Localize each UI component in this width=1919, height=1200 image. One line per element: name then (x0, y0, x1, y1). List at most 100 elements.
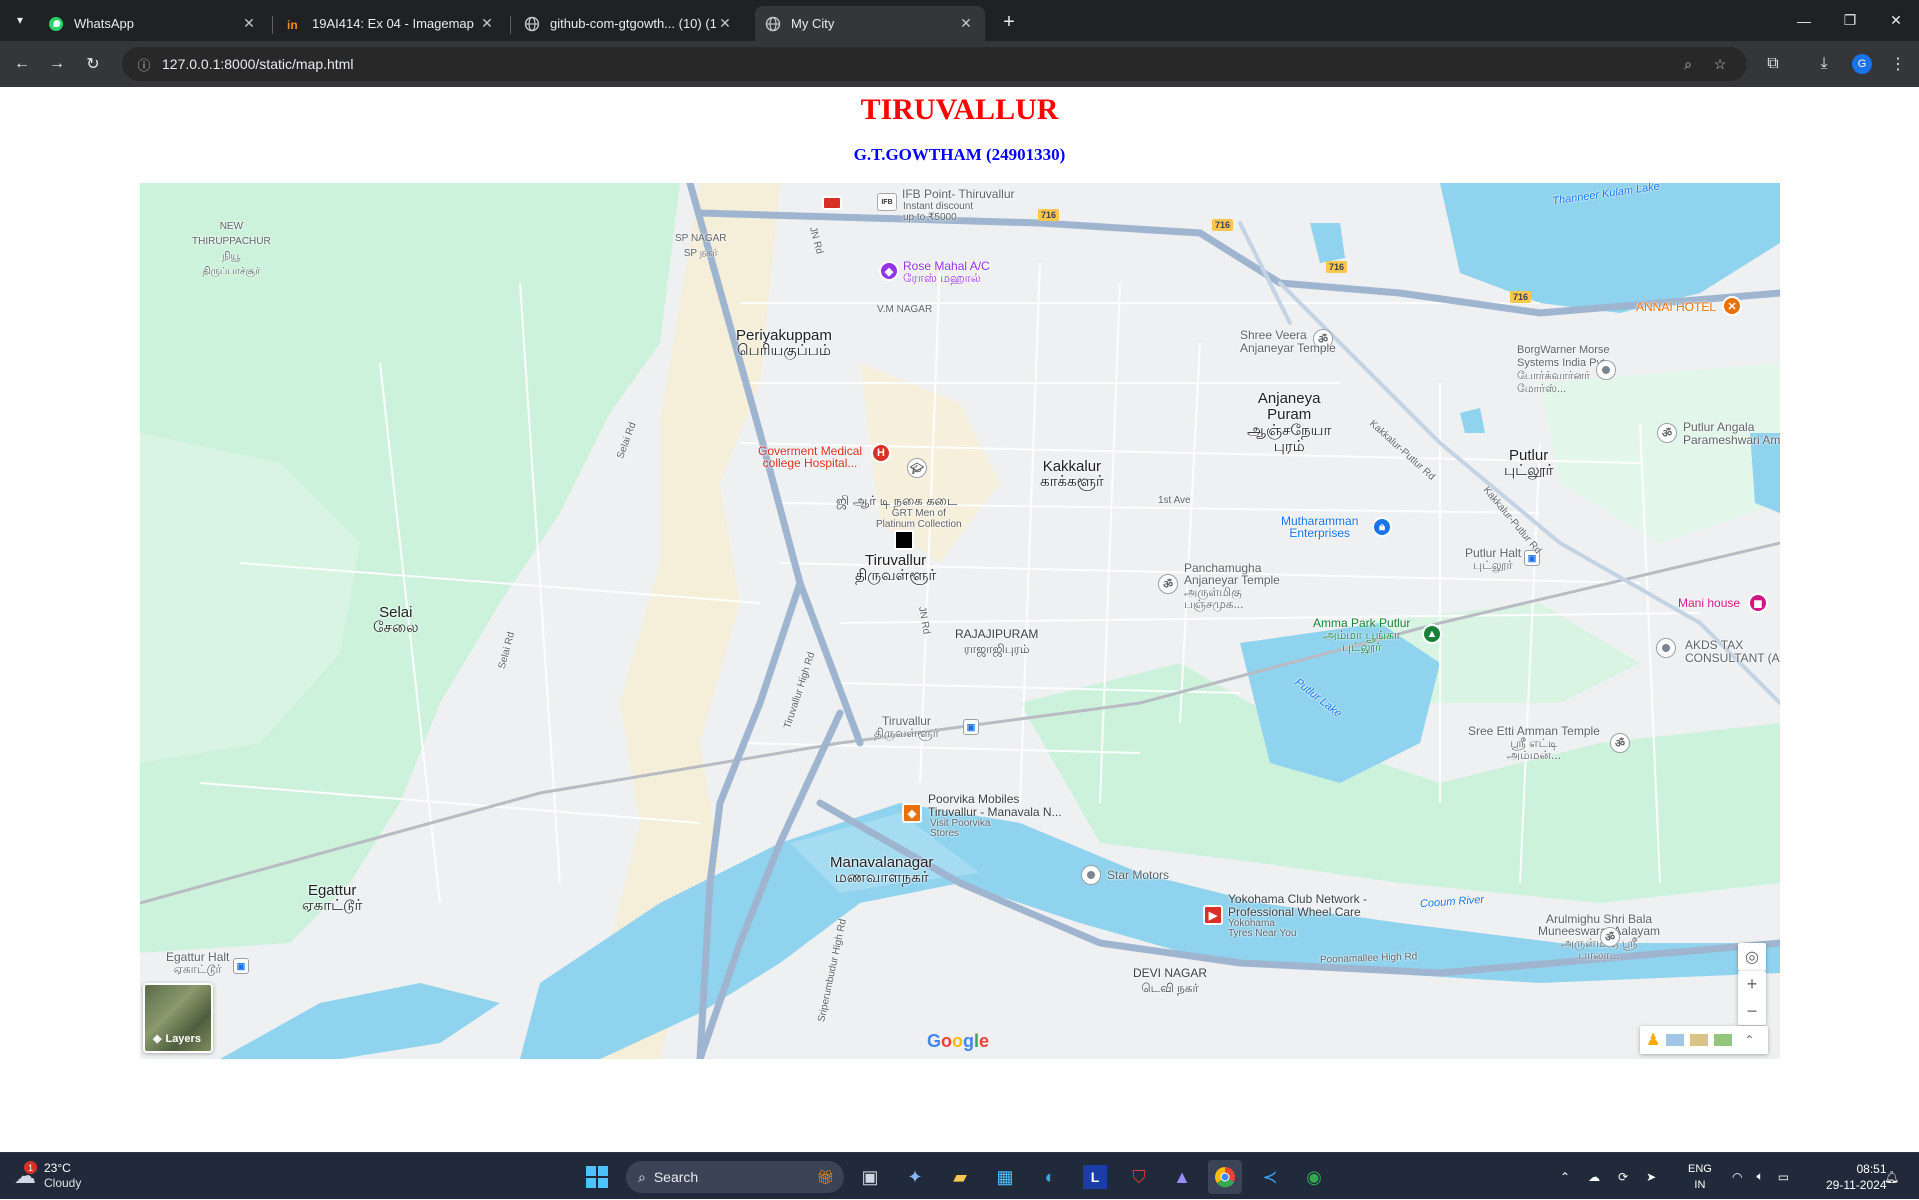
imagery-thumb[interactable] (1690, 1034, 1709, 1046)
folder-icon: ▰ (953, 1166, 967, 1187)
chrome-button[interactable] (1208, 1160, 1242, 1194)
close-icon: ✕ (1890, 12, 1902, 28)
lang-code: ENG (1688, 1163, 1712, 1175)
wedding-venue-icon[interactable]: ◆ (879, 261, 899, 281)
notifications-button[interactable]: 🔔︎ (1884, 1153, 1899, 1200)
shopping-icon[interactable]: 🔒︎ (1372, 517, 1392, 537)
temple-icon[interactable]: ॐ (1600, 927, 1620, 947)
tyre-store-icon[interactable]: ▶ (1203, 905, 1223, 925)
close-icon[interactable]: ✕ (240, 15, 258, 33)
map-label-putlur-halt: Putlur Halt புட்லூர் (1465, 546, 1522, 572)
copilot-button[interactable]: ✦ (898, 1160, 932, 1194)
downloads-button[interactable]: ⤓ (1810, 50, 1838, 78)
park-icon[interactable]: ▲ (1422, 624, 1442, 644)
tab-github[interactable]: github-com-gtgowth... (10) (1).z ✕ (514, 6, 744, 41)
imagery-thumb[interactable] (1666, 1034, 1685, 1046)
school-icon[interactable]: 🎓︎ (907, 458, 927, 478)
new-tab-button[interactable]: + (995, 8, 1023, 36)
map-label-rajajipuram: RAJAJIPURAM ராஜாஜிபுரம் (955, 627, 1039, 656)
expand-icon[interactable]: ⌃ (1744, 1033, 1754, 1047)
hospital-icon[interactable]: H (871, 443, 891, 463)
business-icon[interactable] (1656, 638, 1676, 658)
bookmark-star-icon[interactable]: ☆ (1710, 54, 1730, 74)
map-label-panchamugha: Panchamugha Anjaneyar Temple அருள்மிகு பஞ்ச… (1184, 561, 1280, 611)
forward-button[interactable]: → (43, 50, 71, 78)
map-image[interactable]: NEW THIRUPPACHUR நியூ திருப்பாச்சூர் SP NAG… (140, 183, 1780, 1059)
vscode-button[interactable]: ≺ (1253, 1160, 1287, 1194)
app-green-button[interactable]: ◉ (1297, 1160, 1331, 1194)
my-location-button[interactable]: ◎ (1738, 943, 1766, 971)
profile-button[interactable]: G (1848, 50, 1876, 78)
arrow-right-icon: → (49, 55, 65, 72)
start-button[interactable] (580, 1160, 614, 1194)
reload-button[interactable]: ↻ (79, 50, 107, 78)
edge-button[interactable]: ◐ (1033, 1160, 1067, 1194)
onedrive-icon[interactable]: ☁ (1588, 1170, 1600, 1184)
pegman-icon[interactable]: ♟ (1646, 1030, 1660, 1050)
close-icon[interactable]: ✕ (957, 15, 975, 33)
business-icon[interactable] (1596, 360, 1616, 380)
close-icon[interactable]: ✕ (478, 15, 496, 33)
map-label-tiruvallur-town: Tiruvallur திருவள்ளூர் (855, 552, 937, 584)
url-text: 127.0.0.1:8000/static/map.html (162, 56, 354, 72)
store-icon[interactable] (822, 196, 842, 210)
proton-button[interactable]: ▲ (1165, 1160, 1199, 1194)
map-label-star-motors: Star Motors (1107, 868, 1170, 882)
site-info-icon[interactable]: ⓘ (134, 54, 154, 74)
windows-logo-icon (586, 1166, 608, 1188)
map-label-shree-veera: Shree Veera Anjaneyar Temple (1240, 328, 1336, 355)
temple-icon[interactable]: ॐ (1610, 733, 1630, 753)
tab-my-city[interactable]: My City ✕ (755, 6, 985, 41)
tab-separator (272, 16, 273, 34)
store-button[interactable]: ▦ (988, 1160, 1022, 1194)
extensions-button[interactable]: ⧉ (1759, 50, 1787, 78)
temple-icon[interactable]: ॐ (1158, 574, 1178, 594)
map-label-yokohama: Yokohama Club Network - Professional Whee… (1228, 892, 1367, 919)
weather-widget[interactable]: ☁ 1 23°C Cloudy (14, 1161, 81, 1191)
jewellery-store-icon[interactable] (894, 530, 914, 550)
map-label-egattur-halt: Egattur Halt ஏகாட்டூர் (166, 950, 230, 976)
map-label-rose-mahal: Rose Mahal A/C ரோஸ் மஹால் (903, 259, 990, 285)
business-icon[interactable] (1081, 865, 1101, 885)
restaurant-icon[interactable]: ✕ (1722, 296, 1742, 316)
close-icon[interactable]: ✕ (716, 15, 734, 33)
chevron-up-icon[interactable]: ⌃ (1560, 1170, 1570, 1184)
file-explorer-button[interactable]: ▰ (943, 1160, 977, 1194)
sync-icon[interactable]: ⟳ (1618, 1170, 1628, 1184)
zoom-icon[interactable]: ⌕ (1678, 54, 1698, 74)
layers-button[interactable]: ◈ Layers (143, 983, 213, 1053)
language-indicator[interactable]: ENG IN (1688, 1161, 1712, 1193)
page-title: TIRUVALLUR (860, 93, 1059, 126)
tab-imagemap[interactable]: in 19AI414: Ex 04 - Imagemap | SE ✕ (276, 6, 506, 41)
train-station-icon[interactable]: ▣ (963, 719, 979, 735)
volume-icon: 🔈︎ (1756, 1169, 1764, 1183)
map-label-periyakuppam: Periyakuppam பெரியகுப்பம் (736, 327, 832, 359)
minimize-button[interactable]: — (1781, 0, 1827, 41)
map-label-sp-nagar: SP NAGAR SP நகர் (675, 233, 727, 259)
clock[interactable]: 08:51 29-11-2024 (1826, 1161, 1887, 1193)
launcher-l-button[interactable]: L (1078, 1160, 1112, 1194)
imagery-thumb[interactable] (1714, 1034, 1733, 1046)
map-label-akds: AKDS TAX CONSULTANT (A (1685, 638, 1780, 665)
shopping-bag-icon[interactable]: ◼ (1748, 593, 1768, 613)
temple-icon[interactable]: ॐ (1657, 423, 1677, 443)
back-button[interactable]: ← (8, 50, 36, 78)
mobile-store-icon[interactable]: ◈ (902, 803, 922, 823)
train-station-icon[interactable]: ▣ (233, 958, 249, 974)
zoom-in-button[interactable]: + (1747, 971, 1758, 998)
quick-settings[interactable]: ◠ 🔈︎ ▭ (1732, 1153, 1789, 1200)
restore-button[interactable]: ❐ (1827, 0, 1873, 41)
send-icon[interactable]: ➤ (1646, 1170, 1656, 1184)
tab-whatsapp[interactable]: WhatsApp ✕ (38, 6, 268, 41)
close-window-button[interactable]: ✕ (1873, 0, 1919, 41)
address-bar[interactable]: ⓘ 127.0.0.1:8000/static/map.html ⌕ ☆ (122, 47, 1747, 81)
task-view-button[interactable]: ▣ (853, 1160, 887, 1194)
weather-condition: Cloudy (44, 1176, 82, 1190)
mcafee-button[interactable]: ⛉ (1122, 1160, 1156, 1194)
taskbar-search[interactable]: ⌕ Search 🎁︎ (626, 1161, 844, 1193)
tab-search-button[interactable]: ▾ (6, 8, 34, 32)
zoom-control: + − (1738, 971, 1766, 1025)
menu-button[interactable]: ⋮ (1884, 50, 1912, 78)
ifb-icon[interactable]: IFB (877, 193, 897, 211)
zoom-out-button[interactable]: − (1747, 998, 1758, 1025)
